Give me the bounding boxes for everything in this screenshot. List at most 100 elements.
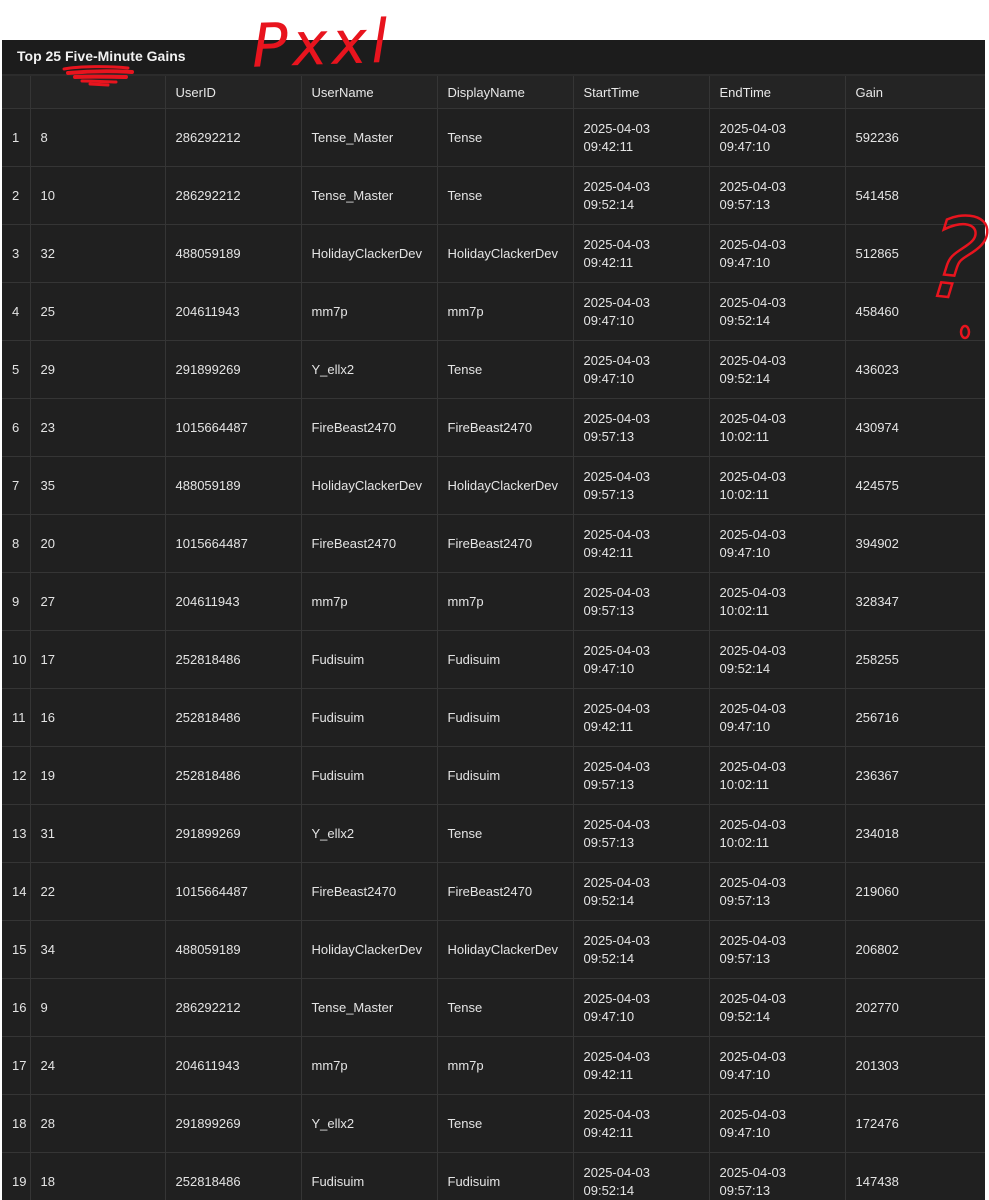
cell-id[interactable]: 8 [30,108,166,167]
cell-id[interactable]: 35 [30,456,166,515]
cell-gain[interactable]: 394902 [845,514,985,573]
cell-username[interactable]: Y_ellx2 [301,340,438,399]
cell-row-number[interactable]: 4 [2,282,31,341]
cell-displayname[interactable]: mm7p [437,1036,574,1095]
cell-displayname[interactable]: Fudisuim [437,746,574,805]
cell-gain[interactable]: 424575 [845,456,985,515]
cell-userid[interactable]: 252818486 [165,1152,302,1200]
table-row[interactable]: 6 23 1015664487 FireBeast2470 FireBeast2470 2… [2,398,985,457]
cell-endtime[interactable]: 2025-04-03 10:02:11 [709,572,846,631]
cell-id[interactable]: 16 [30,688,166,747]
table-row[interactable]: 13 31 291899269 Y_ellx2 Tense 2025-04-03 09:57… [2,804,985,863]
cell-endtime[interactable]: 2025-04-03 09:57:13 [709,166,846,225]
cell-gain[interactable]: 256716 [845,688,985,747]
cell-endtime[interactable]: 2025-04-03 10:02:11 [709,746,846,805]
cell-userid[interactable]: 204611943 [165,572,302,631]
cell-endtime[interactable]: 2025-04-03 09:47:10 [709,688,846,747]
cell-id[interactable]: 32 [30,224,166,283]
cell-row-number[interactable]: 16 [2,978,31,1037]
table-row[interactable]: 1 8 286292212 Tense_Master Tense 2025-04-03 09… [2,108,985,167]
column-header-id[interactable] [30,76,166,109]
cell-gain[interactable]: 147438 [845,1152,985,1200]
cell-starttime[interactable]: 2025-04-03 09:47:10 [573,282,710,341]
cell-gain[interactable]: 458460 [845,282,985,341]
cell-endtime[interactable]: 2025-04-03 09:57:13 [709,920,846,979]
cell-displayname[interactable]: FireBeast2470 [437,514,574,573]
cell-displayname[interactable]: Tense [437,804,574,863]
cell-displayname[interactable]: Fudisuim [437,630,574,689]
table-row[interactable]: 9 27 204611943 mm7p mm7p 2025-04-03 09:57:13 20… [2,572,985,631]
cell-row-number[interactable]: 13 [2,804,31,863]
cell-userid[interactable]: 1015664487 [165,862,302,921]
cell-displayname[interactable]: HolidayClackerDev [437,224,574,283]
cell-row-number[interactable]: 18 [2,1094,31,1153]
column-header-starttime[interactable]: StartTime [573,76,710,109]
cell-endtime[interactable]: 2025-04-03 09:47:10 [709,108,846,167]
cell-userid[interactable]: 1015664487 [165,514,302,573]
cell-row-number[interactable]: 19 [2,1152,31,1200]
cell-row-number[interactable]: 11 [2,688,31,747]
cell-row-number[interactable]: 8 [2,514,31,573]
cell-gain[interactable]: 206802 [845,920,985,979]
cell-id[interactable]: 19 [30,746,166,805]
cell-username[interactable]: Y_ellx2 [301,804,438,863]
cell-endtime[interactable]: 2025-04-03 09:47:10 [709,514,846,573]
cell-userid[interactable]: 291899269 [165,804,302,863]
cell-starttime[interactable]: 2025-04-03 09:57:13 [573,746,710,805]
cell-userid[interactable]: 204611943 [165,282,302,341]
cell-userid[interactable]: 286292212 [165,166,302,225]
table-row[interactable]: 7 35 488059189 HolidayClackerDev HolidayClac… [2,456,985,515]
cell-starttime[interactable]: 2025-04-03 09:42:11 [573,108,710,167]
cell-displayname[interactable]: FireBeast2470 [437,862,574,921]
cell-starttime[interactable]: 2025-04-03 09:42:11 [573,514,710,573]
table-row[interactable]: 17 24 204611943 mm7p mm7p 2025-04-03 09:42:11 2… [2,1036,985,1095]
cell-id[interactable]: 23 [30,398,166,457]
cell-username[interactable]: mm7p [301,282,438,341]
cell-userid[interactable]: 286292212 [165,108,302,167]
table-row[interactable]: 4 25 204611943 mm7p mm7p 2025-04-03 09:47:10 20… [2,282,985,341]
cell-userid[interactable]: 488059189 [165,456,302,515]
cell-displayname[interactable]: Fudisuim [437,1152,574,1200]
table-row[interactable]: 19 18 252818486 Fudisuim Fudisuim 2025-04-03 0… [2,1152,985,1200]
cell-endtime[interactable]: 2025-04-03 09:57:13 [709,1152,846,1200]
cell-username[interactable]: mm7p [301,1036,438,1095]
cell-id[interactable]: 20 [30,514,166,573]
cell-endtime[interactable]: 2025-04-03 09:52:14 [709,340,846,399]
cell-username[interactable]: HolidayClackerDev [301,224,438,283]
cell-id[interactable]: 22 [30,862,166,921]
cell-id[interactable]: 24 [30,1036,166,1095]
cell-starttime[interactable]: 2025-04-03 09:42:11 [573,1094,710,1153]
cell-userid[interactable]: 488059189 [165,920,302,979]
cell-userid[interactable]: 252818486 [165,688,302,747]
table-row[interactable]: 8 20 1015664487 FireBeast2470 FireBeast2470 2… [2,514,985,573]
cell-gain[interactable]: 219060 [845,862,985,921]
cell-row-number[interactable]: 3 [2,224,31,283]
cell-displayname[interactable]: mm7p [437,282,574,341]
cell-id[interactable]: 25 [30,282,166,341]
cell-endtime[interactable]: 2025-04-03 09:52:14 [709,630,846,689]
cell-id[interactable]: 10 [30,166,166,225]
column-header-gain[interactable]: Gain [845,76,985,109]
cell-endtime[interactable]: 2025-04-03 09:47:10 [709,1036,846,1095]
cell-starttime[interactable]: 2025-04-03 09:47:10 [573,630,710,689]
cell-gain[interactable]: 430974 [845,398,985,457]
cell-gain[interactable]: 328347 [845,572,985,631]
cell-username[interactable]: HolidayClackerDev [301,456,438,515]
cell-gain[interactable]: 541458 [845,166,985,225]
table-row[interactable]: 18 28 291899269 Y_ellx2 Tense 2025-04-03 09:42… [2,1094,985,1153]
cell-gain[interactable]: 436023 [845,340,985,399]
cell-username[interactable]: mm7p [301,572,438,631]
cell-gain[interactable]: 258255 [845,630,985,689]
cell-username[interactable]: Tense_Master [301,108,438,167]
cell-displayname[interactable]: Tense [437,108,574,167]
cell-displayname[interactable]: HolidayClackerDev [437,920,574,979]
cell-row-number[interactable]: 15 [2,920,31,979]
cell-starttime[interactable]: 2025-04-03 09:57:13 [573,456,710,515]
cell-username[interactable]: Fudisuim [301,746,438,805]
table-row[interactable]: 16 9 286292212 Tense_Master Tense 2025-04-03 0… [2,978,985,1037]
cell-gain[interactable]: 512865 [845,224,985,283]
cell-row-number[interactable]: 10 [2,630,31,689]
cell-endtime[interactable]: 2025-04-03 09:47:10 [709,224,846,283]
cell-endtime[interactable]: 2025-04-03 09:52:14 [709,282,846,341]
cell-gain[interactable]: 172476 [845,1094,985,1153]
